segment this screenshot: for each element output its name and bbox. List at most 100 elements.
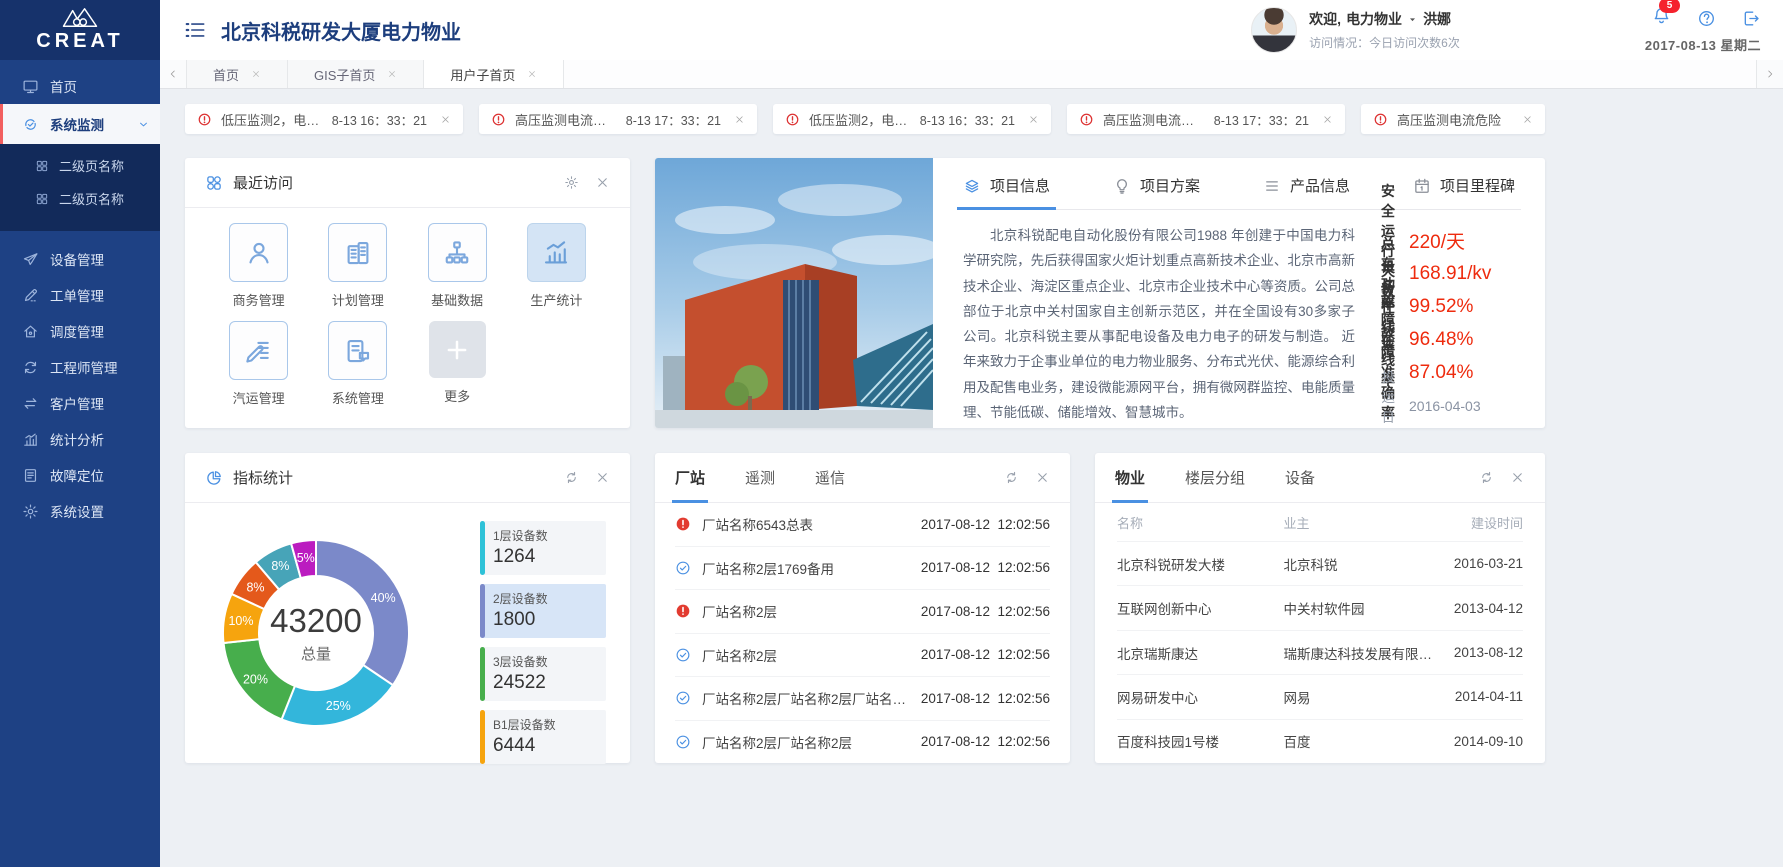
shortcut-计划管理[interactable]: 计划管理 bbox=[308, 223, 407, 309]
shortcut-基础数据[interactable]: 基础数据 bbox=[408, 223, 507, 309]
plant-row[interactable]: 厂站名称6543总表2017-08-12 12:02:56 bbox=[675, 503, 1050, 547]
legend-value: 1264 bbox=[493, 546, 598, 568]
sidebar-subitem[interactable]: 二级页名称 bbox=[0, 182, 160, 215]
shortcut-更多[interactable]: 更多 bbox=[408, 321, 507, 407]
sidebar-item-设备管理[interactable]: 设备管理 bbox=[0, 241, 160, 277]
tab-scroll-right[interactable] bbox=[1756, 60, 1783, 88]
table-row[interactable]: 互联网创新中心中关村软件园2013-04-12 bbox=[1117, 586, 1523, 630]
sidebar-item-工单管理[interactable]: 工单管理 bbox=[0, 277, 160, 313]
org-name[interactable]: 电力物业 bbox=[1346, 9, 1402, 29]
close-icon[interactable] bbox=[734, 114, 745, 125]
project-tab-项目里程碑[interactable]: 项目里程碑 bbox=[1413, 175, 1515, 196]
sidebar-item-系统设置[interactable]: 系统设置 bbox=[0, 493, 160, 529]
refresh-icon[interactable] bbox=[1004, 470, 1019, 485]
help-icon[interactable] bbox=[1697, 9, 1716, 28]
shortcut-tile[interactable] bbox=[328, 321, 387, 380]
sidebar: CREAT 首页系统监测二级页名称二级页名称设备管理工单管理调度管理工程师管理客… bbox=[0, 0, 160, 867]
table-cell: 北京科锐 bbox=[1283, 554, 1433, 574]
close-icon[interactable] bbox=[1035, 470, 1050, 485]
user-avatar[interactable] bbox=[1251, 7, 1297, 53]
stat-value: 96.48% bbox=[1409, 329, 1521, 351]
alert-card[interactable]: 高压监测电流危险8-13 17：33：21 bbox=[1067, 104, 1345, 134]
tab-scroll-left[interactable] bbox=[160, 60, 187, 88]
page-tab-用户子首页[interactable]: 用户子首页 bbox=[424, 60, 564, 88]
shortcut-tile[interactable] bbox=[428, 223, 487, 282]
notifications-button[interactable]: 5 bbox=[1652, 6, 1671, 30]
close-icon[interactable] bbox=[595, 175, 610, 190]
table-row[interactable]: 北京科锐研发大楼北京科锐2016-03-21 bbox=[1117, 542, 1523, 586]
shortcut-汽运管理[interactable]: 汽运管理 bbox=[209, 321, 308, 407]
sidebar-item-系统监测[interactable]: 系统监测 bbox=[0, 104, 160, 144]
close-icon[interactable] bbox=[1522, 114, 1533, 125]
close-icon[interactable] bbox=[1510, 470, 1525, 485]
close-icon[interactable] bbox=[440, 114, 451, 125]
shortcut-tile[interactable] bbox=[229, 321, 288, 380]
alert-text: 高压监测电流危险 bbox=[1103, 110, 1205, 129]
chevron-left-icon bbox=[167, 68, 179, 80]
plant-time: 2017-08-12 12:02:56 bbox=[921, 560, 1050, 575]
sidebar-item-首页[interactable]: 首页 bbox=[0, 68, 160, 104]
close-icon[interactable] bbox=[251, 69, 261, 79]
plant-row[interactable]: 厂站名称2层厂站名称2层厂站名称2层2017-08-12 12:02:56 bbox=[675, 677, 1050, 721]
alert-card[interactable]: 低压监测2，电流不平衡8-13 16：33：21 bbox=[773, 104, 1051, 134]
refresh-icon[interactable] bbox=[1479, 470, 1494, 485]
alert-text: 低压监测2，电流不平衡 bbox=[221, 110, 323, 129]
list-menu-icon[interactable] bbox=[184, 19, 206, 41]
handshake-icon bbox=[22, 116, 39, 133]
plants-tab-遥信[interactable]: 遥信 bbox=[815, 453, 845, 502]
plants-tab-遥测[interactable]: 遥测 bbox=[745, 453, 775, 502]
legend-color-bar bbox=[480, 584, 485, 638]
project-tab-项目方案[interactable]: 项目方案 bbox=[1113, 175, 1200, 196]
shortcut-tile[interactable] bbox=[429, 321, 486, 378]
project-tab-产品信息[interactable]: 产品信息 bbox=[1263, 175, 1350, 196]
plant-row[interactable]: 厂站名称2层2017-08-12 12:02:56 bbox=[675, 634, 1050, 678]
refresh-icon[interactable] bbox=[564, 470, 579, 485]
sidebar-item-工程师管理[interactable]: 工程师管理 bbox=[0, 349, 160, 385]
plant-row[interactable]: 厂站名称2层2017-08-12 12:02:56 bbox=[675, 590, 1050, 634]
alert-card[interactable]: 高压监测电流危险 bbox=[1361, 104, 1545, 134]
table-row[interactable]: 网易研发中心网易2014-04-11 bbox=[1117, 675, 1523, 719]
plant-row[interactable]: 厂站名称2层厂站名称2层2017-08-12 12:02:56 bbox=[675, 721, 1050, 764]
buildings-tab-物业[interactable]: 物业 bbox=[1115, 453, 1145, 502]
table-row[interactable]: 百度科技园1号楼百度2014-09-10 bbox=[1117, 720, 1523, 763]
user-menu[interactable]: 欢迎, 电力物业 洪娜 访问情况：今日访问次数6次 bbox=[1251, 7, 1460, 53]
shortcut-生产统计[interactable]: 生产统计 bbox=[507, 223, 606, 309]
shortcut-系统管理[interactable]: 系统管理 bbox=[308, 321, 407, 407]
project-tab-项目信息[interactable]: 项目信息 bbox=[963, 175, 1050, 196]
project-body: 北京科锐配电自动化股份有限公司1988 年创建于中国电力科学研究院，先后获得国家… bbox=[963, 210, 1521, 425]
page-tab-GIS子首页[interactable]: GIS子首页 bbox=[288, 60, 424, 88]
alarm-icon bbox=[1373, 112, 1388, 127]
page-tab-首页[interactable]: 首页 bbox=[187, 60, 288, 88]
sidebar-subitem[interactable]: 二级页名称 bbox=[0, 149, 160, 182]
buildings-tab-设备[interactable]: 设备 bbox=[1285, 453, 1315, 502]
shortcut-tile[interactable] bbox=[229, 223, 288, 282]
sidebar-item-调度管理[interactable]: 调度管理 bbox=[0, 313, 160, 349]
sidebar-item-客户管理[interactable]: 客户管理 bbox=[0, 385, 160, 421]
tab-label: 首页 bbox=[213, 65, 239, 84]
caret-down-icon bbox=[1407, 14, 1418, 25]
buildings-tab-楼层分组[interactable]: 楼层分组 bbox=[1185, 453, 1245, 502]
donut-chart: 40%25%20%10%8%8%5% 43200 总量 bbox=[199, 516, 433, 750]
sidebar-item-统计分析[interactable]: 统计分析 bbox=[0, 421, 160, 457]
plant-row[interactable]: 厂站名称2层1769备用2017-08-12 12:02:56 bbox=[675, 547, 1050, 591]
logout-icon[interactable] bbox=[1742, 9, 1761, 28]
sidebar-item-故障定位[interactable]: 故障定位 bbox=[0, 457, 160, 493]
close-icon[interactable] bbox=[527, 69, 537, 79]
donut-slice-label: 25% bbox=[326, 699, 351, 713]
legend-label: B1层设备数 bbox=[493, 716, 598, 733]
table-row[interactable]: 北京瑞斯康达瑞斯康达科技发展有限公司2013-08-12 bbox=[1117, 631, 1523, 675]
shortcut-tile[interactable] bbox=[527, 223, 586, 282]
close-icon[interactable] bbox=[1322, 114, 1333, 125]
alert-card[interactable]: 高压监测电流危险8-13 17：33：21 bbox=[479, 104, 757, 134]
alert-card[interactable]: 低压监测2，电流不平衡8-13 16：33：21 bbox=[185, 104, 463, 134]
shortcut-label: 基础数据 bbox=[431, 290, 483, 309]
shortcut-商务管理[interactable]: 商务管理 bbox=[209, 223, 308, 309]
plants-tab-厂站[interactable]: 厂站 bbox=[675, 453, 705, 502]
shortcut-tile[interactable] bbox=[328, 223, 387, 282]
lines-icon bbox=[1263, 177, 1281, 195]
close-icon[interactable] bbox=[1028, 114, 1039, 125]
chart-legend: 1层设备数12642层设备数18003层设备数24522B1层设备数6444 bbox=[480, 516, 606, 764]
gear-icon[interactable] bbox=[564, 175, 579, 190]
close-icon[interactable] bbox=[595, 470, 610, 485]
close-icon[interactable] bbox=[387, 69, 397, 79]
